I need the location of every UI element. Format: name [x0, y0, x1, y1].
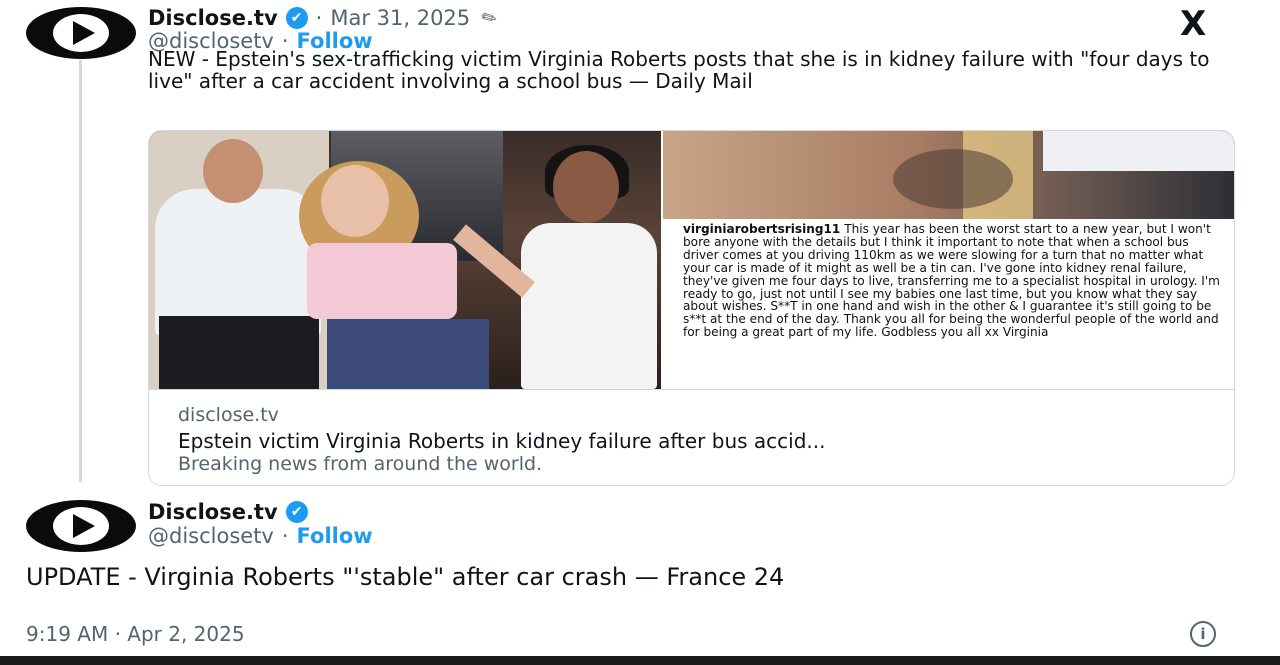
- card-description: Breaking news from around the world.: [178, 453, 543, 475]
- instagram-caption-text: This year has been the worst start to a …: [683, 222, 1220, 340]
- info-icon[interactable]: i: [1190, 621, 1216, 647]
- card-image[interactable]: virginiarobertsrising11 This year has be…: [149, 131, 1234, 389]
- tweet-text: UPDATE - Virginia Roberts "'stable" afte…: [26, 563, 785, 591]
- tweet-header: Disclose.tv ✔ · Mar 31, 2025 ✎: [148, 5, 501, 31]
- tweet-text: NEW - Epstein's sex-trafficking victim V…: [148, 47, 1210, 93]
- handle-row: @disclosetv · Follow: [148, 524, 373, 548]
- verified-badge-icon: ✔: [285, 7, 308, 29]
- display-name[interactable]: Disclose.tv: [148, 500, 278, 524]
- display-name[interactable]: Disclose.tv: [148, 6, 278, 30]
- instagram-post-screenshot: virginiarobertsrising11 This year has be…: [663, 131, 1234, 389]
- face-photo: [663, 131, 1234, 219]
- separator: ·: [281, 524, 289, 548]
- group-photo: [149, 131, 661, 389]
- thread-line: [79, 60, 82, 482]
- x-logo-icon[interactable]: X: [1180, 4, 1206, 44]
- grok-icon[interactable]: ✎: [478, 5, 502, 31]
- separator: ·: [315, 6, 323, 30]
- timestamp[interactable]: 9:19 AM · Apr 2, 2025: [26, 622, 245, 646]
- verified-badge-icon: ✔: [285, 501, 308, 523]
- card-domain: disclose.tv: [178, 404, 279, 426]
- post-date[interactable]: Mar 31, 2025: [330, 6, 470, 30]
- follow-button[interactable]: Follow: [297, 524, 373, 548]
- disclose-logo-icon: [53, 14, 109, 52]
- instagram-username: virginiarobertsrising11: [683, 222, 841, 236]
- avatar[interactable]: [26, 7, 136, 59]
- card-title[interactable]: Epstein victim Virginia Roberts in kidne…: [178, 429, 825, 453]
- tweet-header: Disclose.tv ✔: [148, 500, 308, 524]
- handle[interactable]: @disclosetv: [148, 524, 274, 548]
- link-card[interactable]: virginiarobertsrising11 This year has be…: [148, 130, 1235, 486]
- instagram-caption: virginiarobertsrising11 This year has be…: [683, 223, 1223, 339]
- disclose-logo-icon: [53, 507, 109, 545]
- card-footer[interactable]: disclose.tv Epstein victim Virginia Robe…: [149, 389, 1234, 485]
- bottom-bar: [0, 656, 1280, 665]
- avatar[interactable]: [26, 500, 136, 552]
